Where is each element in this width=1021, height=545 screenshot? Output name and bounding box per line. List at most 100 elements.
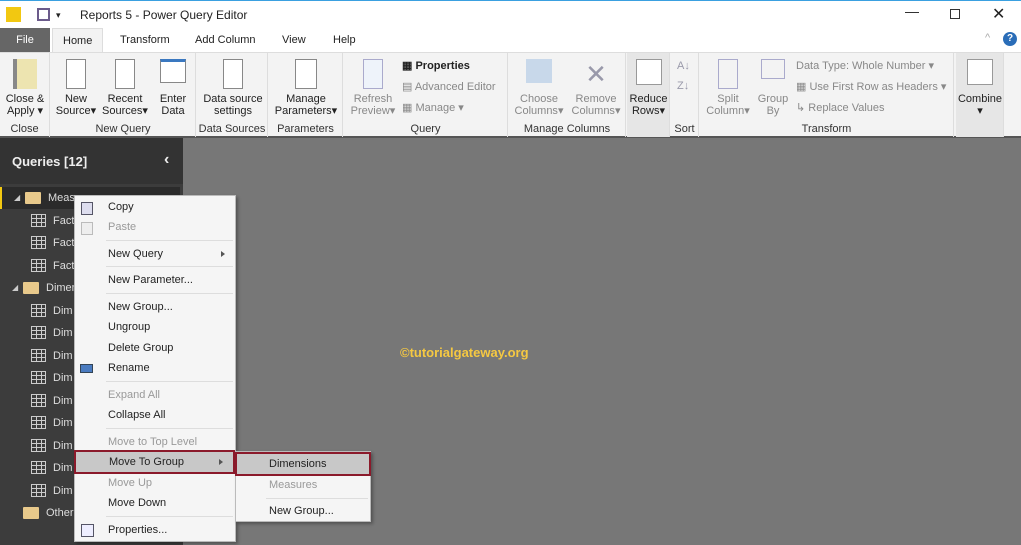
query-name: Fact bbox=[53, 259, 75, 272]
menu-rename[interactable]: Rename bbox=[75, 358, 235, 378]
menu-ungroup[interactable]: Ungroup bbox=[75, 317, 235, 337]
group-by-icon bbox=[761, 59, 785, 79]
minimize-button[interactable]: — bbox=[905, 3, 919, 19]
data-source-settings-button[interactable]: Data source settings bbox=[199, 59, 267, 117]
query-name: Dim bbox=[53, 304, 73, 317]
recent-sources-button[interactable]: Recent Sources▾ bbox=[101, 59, 149, 117]
quick-access-dropdown-icon[interactable]: ▾ bbox=[56, 10, 61, 21]
refresh-preview-button[interactable]: Refresh Preview▾ bbox=[348, 59, 398, 117]
menu-delete-group[interactable]: Delete Group bbox=[75, 338, 235, 358]
menu-move-to-group[interactable]: Move To Group bbox=[74, 450, 235, 474]
group-close: Close & Apply ▾ Close bbox=[0, 53, 50, 137]
group-parameters: Manage Parameters▾ Parameters bbox=[269, 53, 343, 137]
table-icon bbox=[31, 438, 46, 452]
separator bbox=[106, 381, 233, 382]
query-name: Dim bbox=[53, 372, 73, 384]
reduce-rows-button[interactable]: Reduce Rows▾ bbox=[628, 59, 669, 117]
data-type-dropdown[interactable]: Data Type: Whole Number ▾ bbox=[796, 59, 934, 73]
tab-file[interactable]: File bbox=[0, 28, 50, 52]
new-source-icon bbox=[66, 59, 86, 89]
menu-new-group[interactable]: New Group... bbox=[75, 297, 235, 317]
advanced-editor-button[interactable]: ▤ Advanced Editor bbox=[402, 80, 496, 94]
watermark: ©tutorialgateway.org bbox=[400, 345, 529, 360]
tab-transform[interactable]: Transform bbox=[110, 28, 180, 52]
context-menu: Copy Paste New Query New Parameter... Ne… bbox=[74, 195, 236, 542]
table-icon bbox=[31, 236, 46, 249]
tab-home[interactable]: Home bbox=[52, 28, 104, 52]
combine-icon bbox=[967, 59, 993, 85]
submenu-new-group[interactable]: New Group... bbox=[236, 501, 370, 521]
split-column-icon bbox=[718, 59, 738, 89]
help-icon[interactable]: ? bbox=[1003, 32, 1017, 46]
menu-move-to-top-level[interactable]: Move to Top Level bbox=[75, 432, 235, 452]
group-label: New Query bbox=[95, 123, 151, 135]
group-label: Parameters bbox=[277, 123, 334, 135]
query-name: Dim bbox=[53, 462, 73, 474]
maximize-button[interactable] bbox=[950, 9, 960, 19]
menu-paste[interactable]: Paste bbox=[75, 217, 235, 237]
menu-new-query[interactable]: New Query bbox=[75, 244, 235, 264]
menu-move-down[interactable]: Move Down bbox=[75, 493, 235, 513]
group-label: Query bbox=[410, 123, 441, 135]
query-name: Dim bbox=[53, 484, 73, 497]
properties-button[interactable]: ▦ Properties bbox=[402, 59, 470, 73]
query-name: Dim bbox=[53, 349, 73, 362]
group-transform: Split Column▾ Group By Data Type: Whole Nu… bbox=[700, 53, 954, 137]
menu-copy[interactable]: Copy bbox=[75, 197, 235, 217]
choose-columns-button[interactable]: Choose Columns▾ bbox=[511, 59, 567, 117]
refresh-icon bbox=[363, 59, 383, 89]
menu-move-up[interactable]: Move Up bbox=[75, 473, 235, 493]
replace-values-button[interactable]: ↳ Replace Values bbox=[796, 101, 885, 115]
recent-sources-icon bbox=[115, 59, 135, 89]
separator bbox=[106, 266, 233, 267]
manage-button[interactable]: ▦ Manage ▾ bbox=[402, 101, 464, 115]
submenu-dimensions[interactable]: Dimensions bbox=[235, 452, 371, 476]
group-query: Refresh Preview▾ ▦ Properties ▤ Advanced … bbox=[344, 53, 508, 137]
group-label: Sort bbox=[674, 123, 695, 135]
powerbi-logo-icon bbox=[6, 7, 21, 22]
split-column-button[interactable]: Split Column▾ bbox=[704, 59, 752, 117]
collapse-ribbon-icon[interactable]: ^ bbox=[985, 32, 990, 44]
group-by-button[interactable]: Group By bbox=[754, 59, 792, 117]
table-icon bbox=[31, 213, 46, 227]
separator bbox=[106, 240, 233, 241]
window-title: Reports 5 - Power Query Editor bbox=[80, 8, 248, 22]
combine-button[interactable]: Combine ▾ bbox=[957, 59, 1003, 117]
query-name: Dim bbox=[53, 439, 73, 452]
menu-expand-all[interactable]: Expand All bbox=[75, 385, 235, 405]
tab-view[interactable]: View bbox=[272, 28, 316, 52]
separator bbox=[266, 498, 368, 499]
enter-data-button[interactable]: Enter Data bbox=[153, 59, 193, 117]
sort-descending-button[interactable]: Z↓ bbox=[677, 79, 689, 93]
separator bbox=[106, 428, 233, 429]
expand-arrow-icon[interactable]: ◢ bbox=[14, 187, 20, 209]
manage-parameters-button[interactable]: Manage Parameters▾ bbox=[271, 59, 341, 117]
table-icon bbox=[31, 461, 46, 474]
tab-add-column[interactable]: Add Column bbox=[185, 28, 266, 52]
table-icon bbox=[31, 303, 46, 317]
new-source-button[interactable]: New Source▾ bbox=[55, 59, 97, 117]
sort-ascending-button[interactable]: A↓ bbox=[677, 59, 690, 73]
group-name: Other bbox=[46, 507, 74, 519]
move-to-group-submenu: Dimensions Measures New Group... bbox=[235, 451, 371, 522]
query-name: Fact bbox=[53, 214, 75, 227]
ribbon-tabs: File Home Transform Add Column View Help… bbox=[0, 28, 1021, 52]
group-name: Meas bbox=[48, 192, 75, 204]
menu-collapse-all[interactable]: Collapse All bbox=[75, 405, 235, 425]
save-icon[interactable] bbox=[37, 8, 50, 21]
folder-icon bbox=[25, 192, 41, 204]
menu-new-parameter[interactable]: New Parameter... bbox=[75, 270, 235, 290]
submenu-measures[interactable]: Measures bbox=[236, 475, 370, 495]
query-name: Fact bbox=[53, 237, 75, 249]
use-first-row-headers-button[interactable]: ▦ Use First Row as Headers ▾ bbox=[796, 80, 946, 94]
close-apply-button[interactable]: Close & Apply ▾ bbox=[3, 59, 47, 117]
remove-columns-button[interactable]: ✕ Remove Columns▾ bbox=[567, 59, 625, 117]
menu-properties[interactable]: Properties... bbox=[75, 520, 235, 540]
tab-help[interactable]: Help bbox=[323, 28, 366, 52]
group-reduce-rows: Reduce Rows▾ bbox=[627, 53, 670, 137]
group-data-sources: Data source settings Data Sources bbox=[197, 53, 268, 137]
expand-arrow-icon[interactable]: ◢ bbox=[12, 277, 18, 299]
close-window-button[interactable]: ✕ bbox=[992, 4, 1005, 24]
collapse-pane-icon[interactable]: ‹ bbox=[164, 151, 169, 169]
choose-columns-icon bbox=[526, 59, 552, 83]
